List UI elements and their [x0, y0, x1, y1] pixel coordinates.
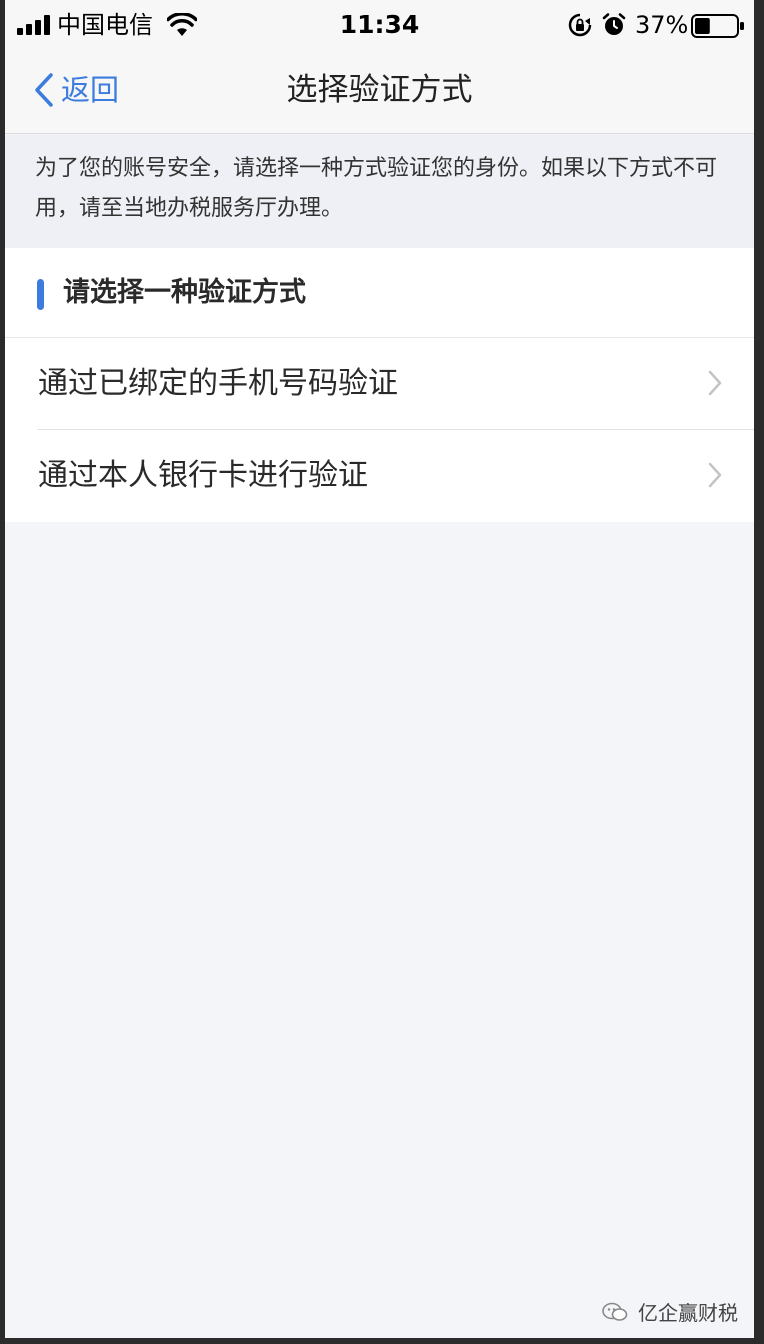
alarm-icon	[602, 13, 626, 35]
navigation-bar: 返回 选择验证方式	[5, 52, 754, 134]
list-item-label: 通过本人银行卡进行验证	[38, 458, 368, 493]
watermark: 亿企赢财税	[602, 1297, 738, 1326]
list-item-phone-verification[interactable]: 通过已绑定的手机号码验证	[5, 338, 754, 430]
list-item-bank-card-verification[interactable]: 通过本人银行卡进行验证	[5, 430, 754, 522]
security-notice: 为了您的账号安全，请选择一种方式验证您的身份。如果以下方式不可用，请至当地办税服…	[5, 135, 754, 248]
wechat-icon	[602, 1302, 628, 1321]
section-marker	[37, 279, 44, 310]
status-bar: 中国电信 11:34 37%	[5, 0, 754, 52]
list-item-label: 通过已绑定的手机号码验证	[38, 366, 398, 401]
battery-icon	[691, 14, 744, 38]
app-screen: 中国电信 11:34 37% 返回 选择验证方式 为了您的账号安全，请选择一种方…	[5, 0, 754, 1338]
verification-method-list: 请选择一种验证方式 通过已绑定的手机号码验证 通过本人银行卡进行验证	[5, 248, 754, 522]
section-header: 请选择一种验证方式	[5, 248, 754, 338]
battery-percent: 37%	[635, 11, 689, 39]
rotation-lock-icon	[568, 13, 592, 37]
page-title: 选择验证方式	[286, 72, 473, 108]
chevron-right-icon	[708, 462, 722, 488]
watermark-text: 亿企赢财税	[638, 1301, 738, 1325]
chevron-right-icon	[708, 370, 722, 396]
section-title: 请选择一种验证方式	[63, 277, 306, 308]
